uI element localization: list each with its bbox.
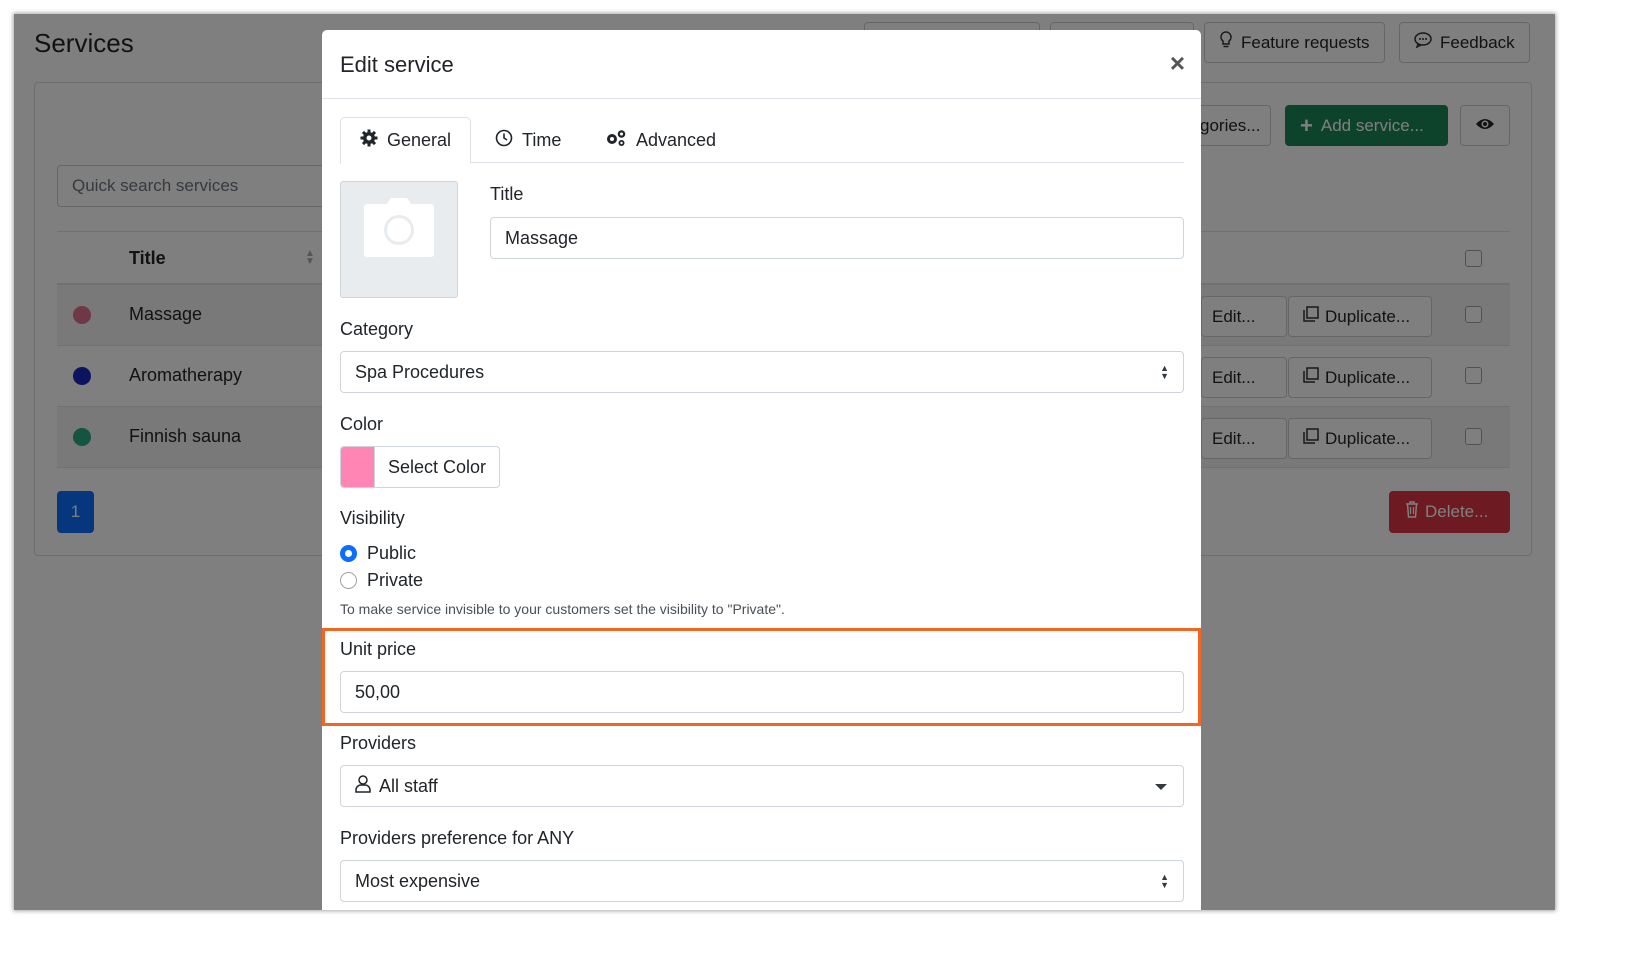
category-select[interactable]: Spa Procedures ▲ ▼ (340, 351, 1184, 393)
providers-preference-value: Most expensive (355, 870, 481, 891)
color-label: Color (340, 414, 384, 434)
tab-advanced-label: Advanced (636, 129, 717, 150)
camera-icon (363, 196, 435, 265)
service-photo-upload[interactable] (340, 181, 458, 298)
visibility-label: Visibility (340, 508, 405, 528)
tab-bar: General Time Advanced (340, 117, 1184, 164)
tab-general-label: General (387, 130, 452, 150)
gears-icon (605, 129, 627, 152)
select-arrows-icon: ▲ ▼ (1160, 872, 1169, 890)
gear-icon (360, 129, 378, 152)
tab-advanced[interactable]: Advanced (586, 117, 735, 163)
visibility-help-text: To make service invisible to your custom… (340, 601, 785, 617)
visibility-private-option[interactable]: Private (340, 570, 423, 591)
close-icon[interactable]: × (1170, 50, 1185, 76)
private-radio[interactable] (340, 572, 357, 589)
providers-value: All staff (379, 775, 438, 796)
tab-time-label: Time (522, 129, 562, 150)
user-icon (355, 774, 371, 798)
providers-select[interactable]: All staff (340, 765, 1184, 807)
category-value: Spa Procedures (355, 361, 485, 382)
color-swatch (341, 447, 375, 487)
providers-preference-label: Providers preference for ANY (340, 828, 575, 848)
select-arrows-icon: ▲ ▼ (1160, 363, 1169, 381)
public-radio[interactable] (340, 545, 357, 562)
select-color-button[interactable]: Select Color (340, 446, 500, 488)
title-input[interactable]: Massage (490, 217, 1184, 259)
category-label: Category (340, 319, 414, 339)
unit-price-label: Unit price (340, 639, 417, 659)
modal-title: Edit service (340, 52, 454, 77)
edit-service-modal: Edit service × General Time Advanced Tit… (322, 30, 1201, 910)
chevron-down-icon (1155, 784, 1167, 790)
clock-icon (495, 129, 513, 152)
tab-time[interactable]: Time (476, 117, 580, 163)
private-label: Private (367, 570, 424, 590)
title-label: Title (490, 184, 524, 204)
providers-label: Providers (340, 733, 417, 753)
visibility-public-option[interactable]: Public (340, 543, 416, 564)
select-color-label: Select Color (388, 456, 487, 477)
providers-preference-select[interactable]: Most expensive ▲ ▼ (340, 860, 1184, 902)
modal-header: Edit service × (322, 30, 1201, 99)
public-label: Public (367, 543, 417, 563)
unit-price-input[interactable]: 50,00 (340, 671, 1184, 713)
app-window: Services Feature requests Feedback Quick… (14, 14, 1555, 910)
tab-general[interactable]: General (340, 117, 472, 164)
